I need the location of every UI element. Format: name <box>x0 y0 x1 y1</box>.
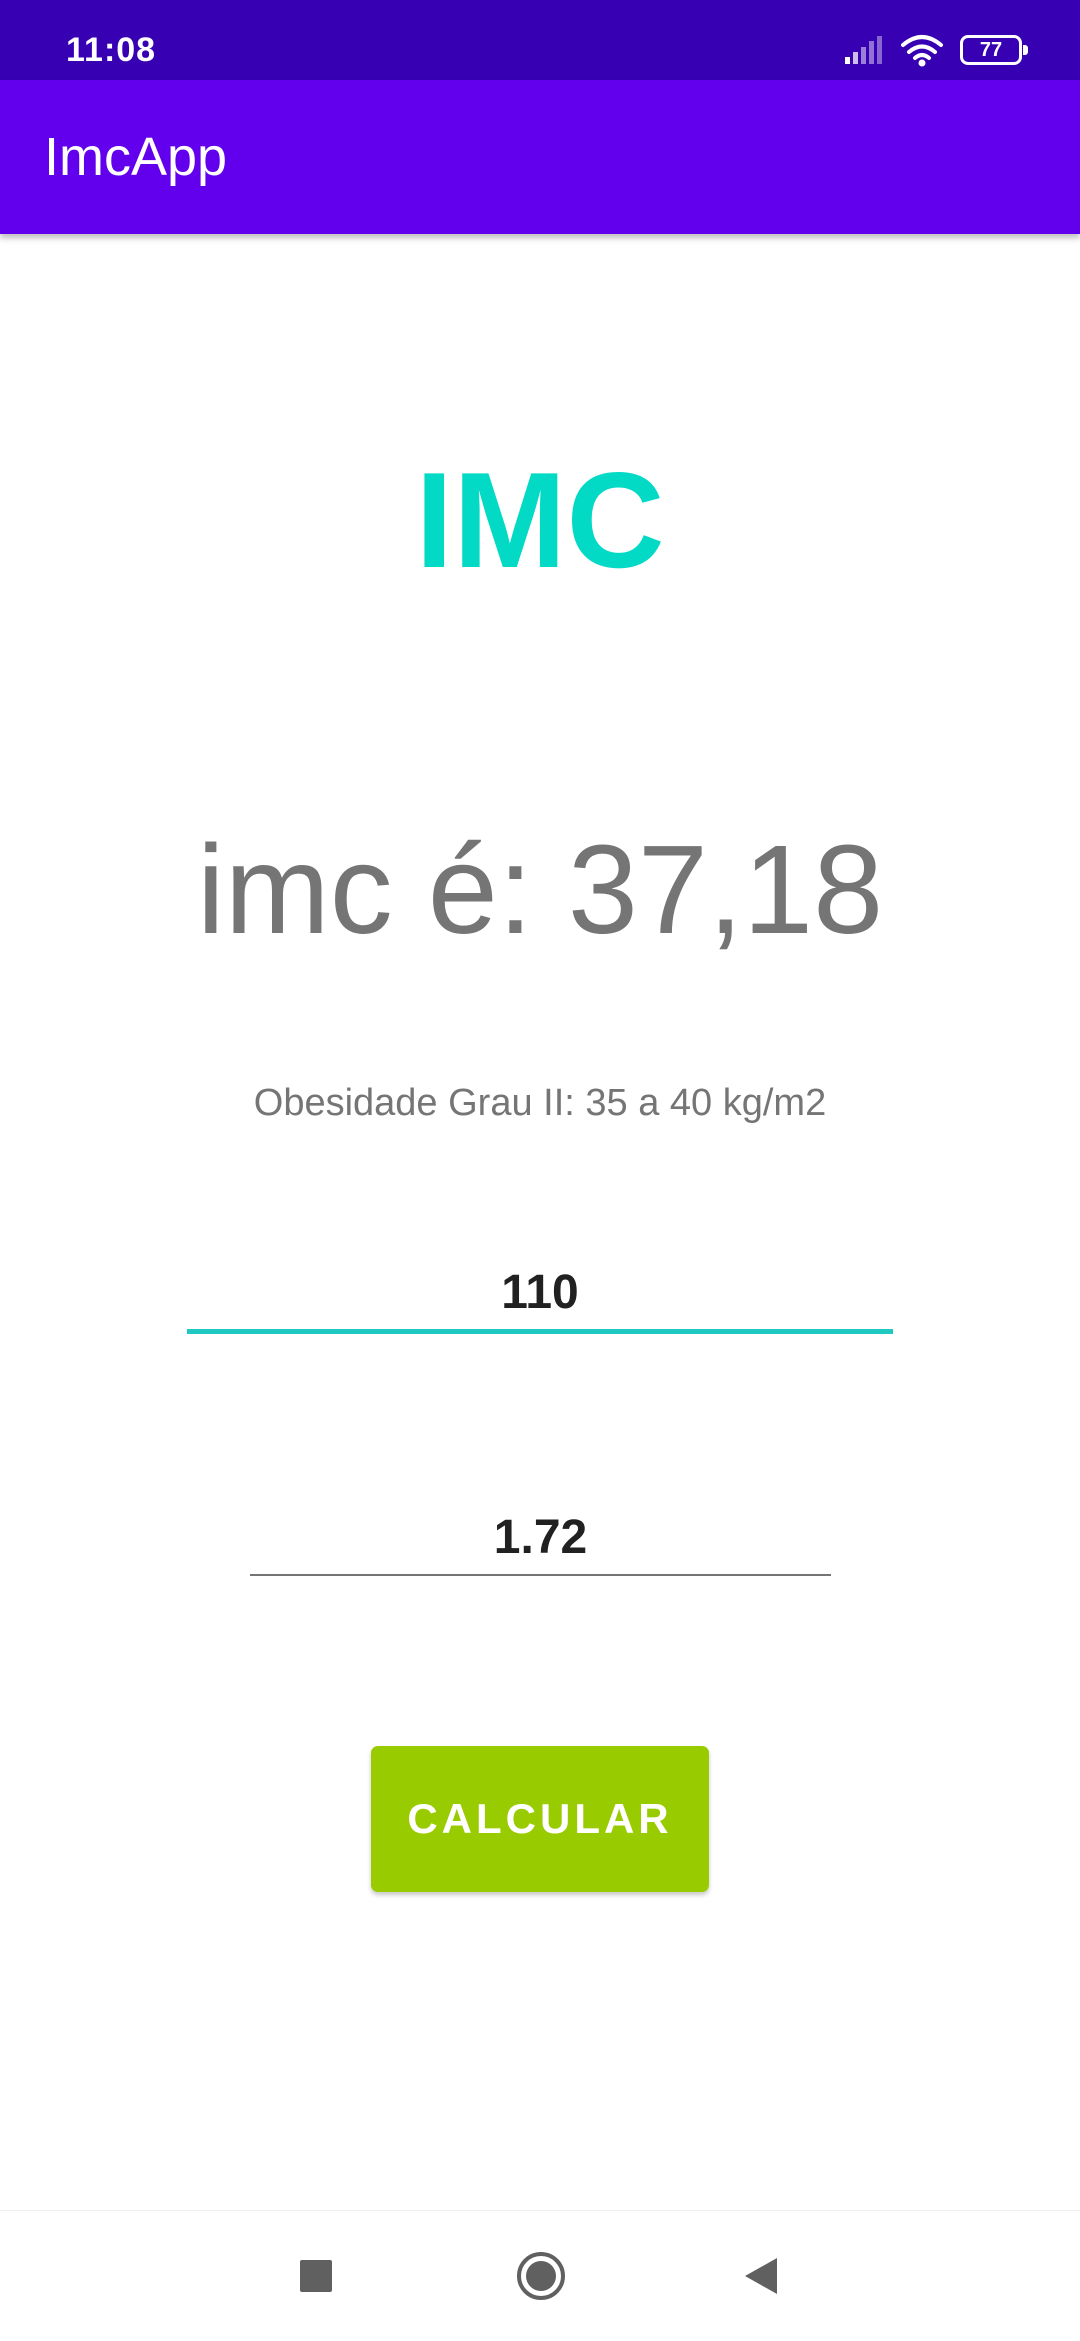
weight-input[interactable] <box>187 1256 893 1334</box>
back-icon <box>745 2258 777 2294</box>
battery-icon: 77 <box>960 35 1028 65</box>
home-button[interactable] <box>486 2211 596 2341</box>
page-heading: IMC <box>415 444 665 596</box>
back-button[interactable] <box>706 2211 816 2341</box>
status-icons: 77 <box>844 30 1028 70</box>
signal-icon <box>845 36 882 64</box>
status-bar: 11:08 77 <box>0 0 1080 80</box>
battery-level: 77 <box>979 39 1003 61</box>
battery-tip <box>1023 45 1028 55</box>
recents-icon <box>300 2260 332 2292</box>
home-icon <box>517 2252 565 2300</box>
navigation-bar <box>0 2210 1080 2341</box>
bmi-result-text: imc é: 37,18 <box>196 819 884 960</box>
app-bar: ImcApp <box>0 80 1080 234</box>
calculate-button[interactable]: CALCULAR <box>371 1746 709 1892</box>
bmi-classification-text: Obesidade Grau II: 35 a 40 kg/m2 <box>253 1082 827 1124</box>
status-time: 11:08 <box>66 31 157 69</box>
height-input[interactable] <box>250 1500 831 1576</box>
recents-button[interactable] <box>261 2211 371 2341</box>
app-title: ImcApp <box>44 127 228 187</box>
wifi-icon <box>901 35 943 67</box>
